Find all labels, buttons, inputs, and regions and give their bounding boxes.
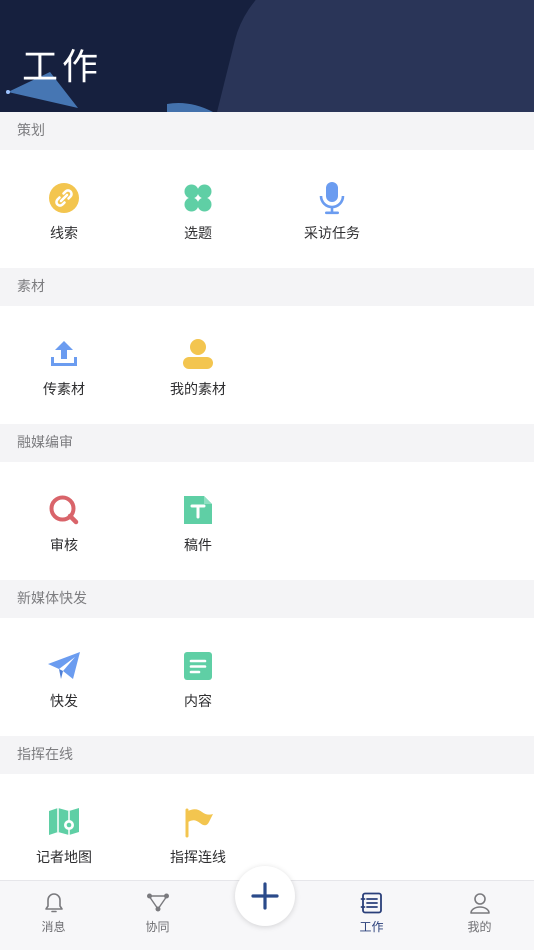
tile-label: 传素材	[43, 382, 85, 398]
tile-topic[interactable]: 选题	[131, 150, 265, 268]
tab-label: 消息	[41, 920, 66, 934]
paper-plane-icon	[47, 649, 81, 683]
link-icon	[47, 181, 81, 215]
tile-label: 记者地图	[36, 850, 92, 866]
tile-label: 选题	[184, 226, 212, 242]
plus-icon	[251, 882, 279, 910]
header-background-shape	[205, 0, 534, 112]
tab-collaborate[interactable]: 协同	[104, 881, 211, 950]
section-label-command: 指挥在线	[0, 736, 534, 774]
add-button[interactable]	[235, 866, 295, 926]
tile-my-material[interactable]: 我的素材	[131, 306, 265, 424]
section-planning: 线索 选题 采访任务	[0, 150, 534, 268]
section-editing: 审核 稿件	[0, 462, 534, 580]
tile-label: 采访任务	[304, 226, 360, 242]
page-title: 工作	[22, 47, 103, 88]
collaborate-icon	[146, 893, 169, 912]
content-icon	[181, 649, 215, 683]
tile-label: 线索	[50, 226, 78, 242]
section-new-media: 快发 内容	[0, 618, 534, 736]
tile-label: 快发	[50, 694, 78, 710]
tile-review[interactable]: 审核	[0, 462, 131, 580]
microphone-icon	[315, 181, 349, 215]
tile-manuscript[interactable]: 稿件	[131, 462, 265, 580]
work-content: 策划 线索 选题 采访任务 素材 传素材 我的素材 融媒编审 审核 稿件 新媒体…	[0, 112, 534, 892]
clover-icon	[181, 181, 215, 215]
header: 工作	[0, 0, 534, 112]
tile-clue[interactable]: 线索	[0, 150, 131, 268]
section-label-new-media: 新媒体快发	[0, 580, 534, 618]
tile-upload-material[interactable]: 传素材	[0, 306, 131, 424]
tile-reporter-map[interactable]: 记者地图	[0, 774, 131, 892]
tab-label: 工作	[359, 920, 384, 934]
map-icon	[47, 805, 81, 839]
section-label-planning: 策划	[0, 112, 534, 150]
section-label-editing: 融媒编审	[0, 424, 534, 462]
upload-icon	[47, 337, 81, 371]
bell-icon	[44, 893, 63, 913]
work-icon	[360, 892, 382, 914]
tile-label: 内容	[184, 694, 212, 710]
tile-label: 指挥连线	[170, 850, 226, 866]
tile-interview-task[interactable]: 采访任务	[265, 150, 399, 268]
tab-work[interactable]: 工作	[318, 881, 425, 950]
section-material: 传素材 我的素材	[0, 306, 534, 424]
tile-label: 稿件	[184, 538, 212, 554]
tab-messages[interactable]: 消息	[0, 881, 107, 950]
tile-label: 审核	[50, 538, 78, 554]
header-decoration-small	[167, 103, 213, 112]
flag-icon	[181, 805, 215, 839]
tab-label: 协同	[145, 920, 170, 934]
tile-label: 我的素材	[170, 382, 226, 398]
document-icon	[181, 493, 215, 527]
profile-icon	[469, 893, 490, 914]
review-icon	[47, 493, 81, 527]
section-label-material: 素材	[0, 268, 534, 306]
tab-label: 我的	[467, 920, 492, 934]
user-icon	[181, 337, 215, 371]
tile-quick-publish[interactable]: 快发	[0, 618, 131, 736]
tab-mine[interactable]: 我的	[426, 881, 533, 950]
tile-content[interactable]: 内容	[131, 618, 265, 736]
